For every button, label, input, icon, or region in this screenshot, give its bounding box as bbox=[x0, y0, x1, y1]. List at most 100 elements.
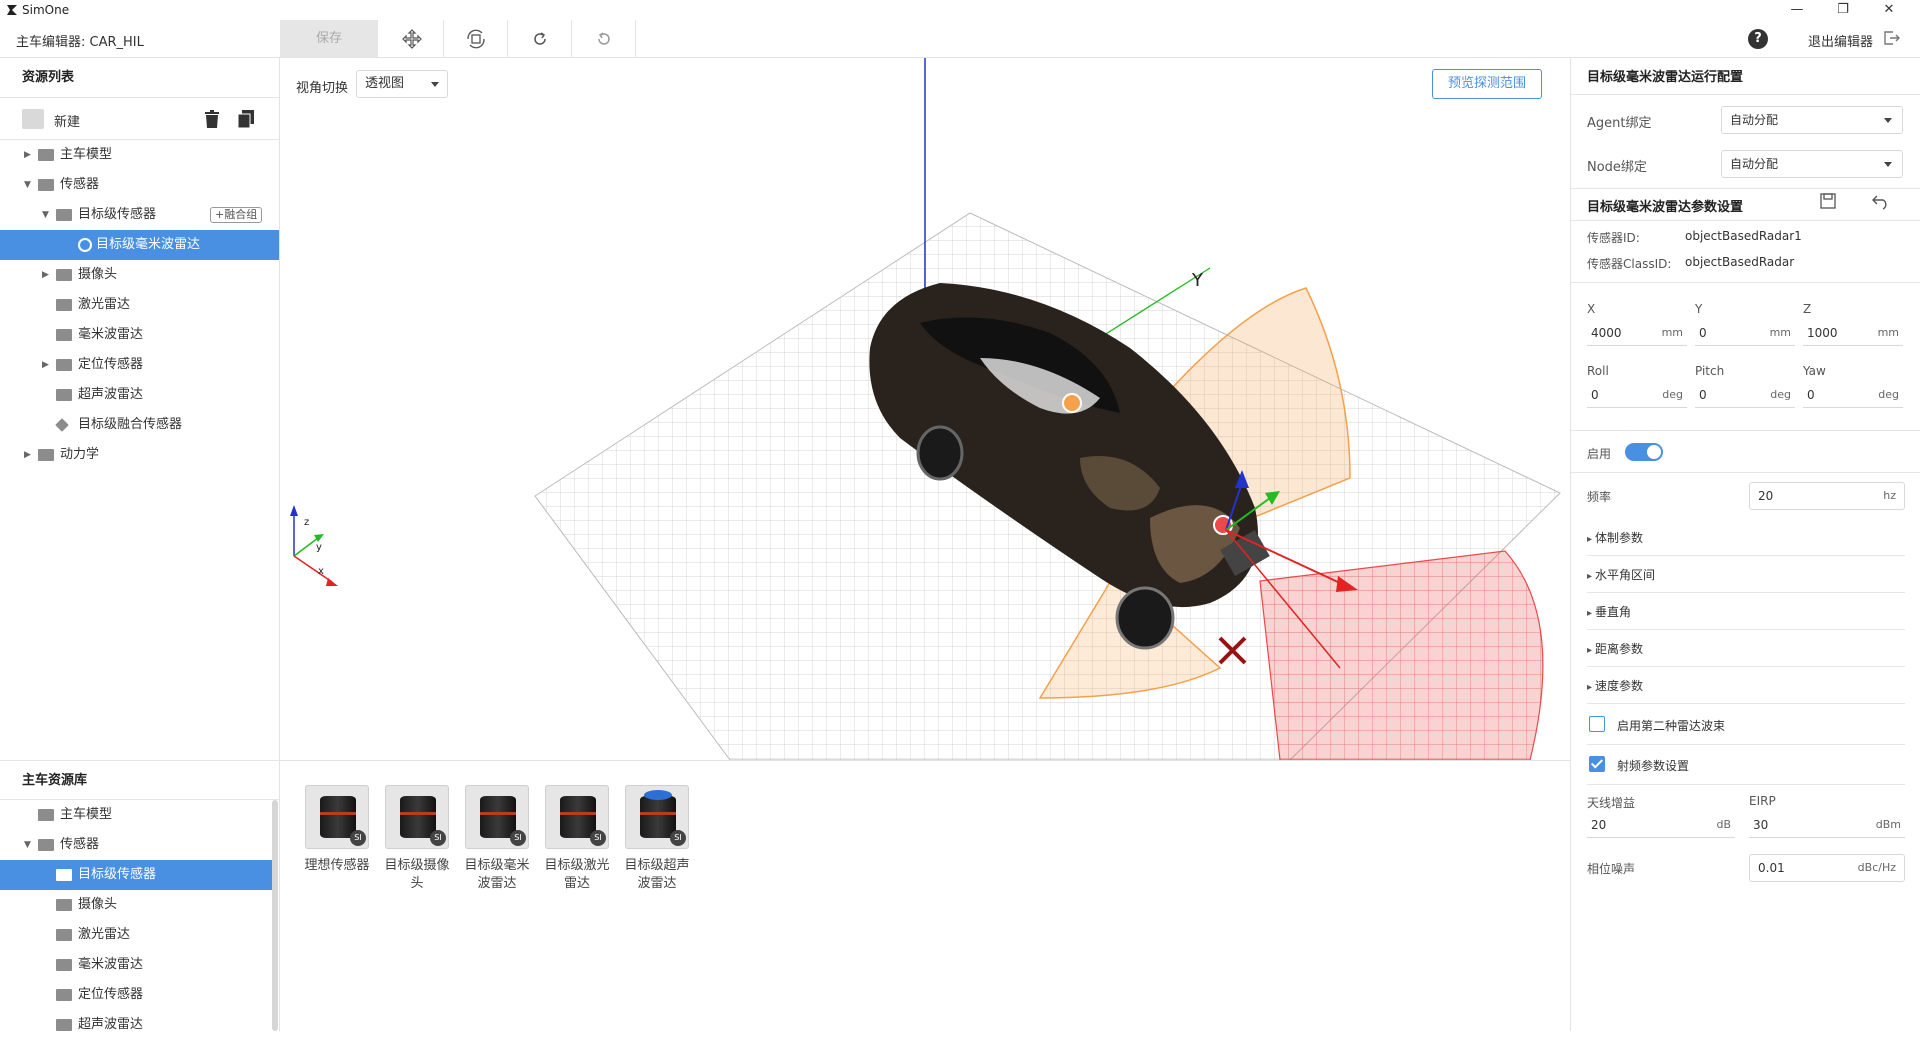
asset-thumbnail[interactable]: SI bbox=[465, 785, 529, 849]
asset-item[interactable]: SI 目标级超声波雷达 bbox=[624, 785, 690, 893]
redo-icon bbox=[533, 31, 546, 45]
tree-item[interactable]: 激光雷达 bbox=[0, 920, 272, 950]
tree-item[interactable]: 摄像头 bbox=[0, 890, 272, 920]
folder-icon bbox=[56, 929, 72, 941]
frequency-input[interactable]: 20 hz bbox=[1749, 482, 1905, 510]
collapsible-section[interactable]: 体制参数 bbox=[1587, 529, 1643, 546]
move-tool-button[interactable] bbox=[380, 20, 444, 57]
second-beam-checkbox[interactable] bbox=[1589, 716, 1605, 732]
save-button[interactable]: 保存 bbox=[280, 20, 378, 57]
scene-canvas[interactable]: Y z y x bbox=[280, 58, 1570, 760]
asset-item[interactable]: SI 理想传感器 bbox=[304, 785, 370, 875]
tree-item-label: 目标级毫米波雷达 bbox=[96, 237, 201, 252]
trash-icon[interactable] bbox=[202, 109, 222, 129]
asset-item[interactable]: SI 目标级摄像头 bbox=[384, 785, 450, 893]
tree-item[interactable]: 目标级传感器 bbox=[0, 860, 272, 890]
tree-item[interactable]: ▶ 摄像头 bbox=[0, 260, 279, 290]
collapsible-section[interactable]: 水平角区间 bbox=[1587, 566, 1655, 583]
close-window-button[interactable]: ✕ bbox=[1866, 0, 1912, 20]
chevron-right-icon[interactable]: ▶ bbox=[42, 260, 52, 290]
asset-label: 理想传感器 bbox=[304, 858, 370, 873]
copy-icon[interactable] bbox=[236, 109, 256, 129]
tree-item[interactable]: ▶ 动力学 bbox=[0, 440, 279, 470]
rf-params-checkbox[interactable] bbox=[1589, 756, 1605, 772]
tree-item[interactable]: ▼ 传感器 bbox=[0, 170, 279, 200]
phase-noise-input[interactable]: 0.01 dBc/Hz bbox=[1749, 854, 1905, 882]
chevron-down-icon[interactable]: ▼ bbox=[42, 200, 52, 230]
minimize-button[interactable]: — bbox=[1774, 0, 1820, 20]
transform-icon bbox=[466, 29, 485, 48]
asset-thumbnail[interactable]: SI bbox=[385, 785, 449, 849]
transform-tool-button[interactable] bbox=[444, 20, 508, 57]
help-button[interactable]: ? bbox=[1748, 29, 1768, 49]
new-folder-icon[interactable] bbox=[22, 109, 44, 129]
tree-item[interactable]: 目标级融合传感器 bbox=[0, 410, 279, 440]
numeric-input[interactable]: 0 mm bbox=[1695, 322, 1795, 346]
chevron-down-icon[interactable]: ▼ bbox=[24, 830, 34, 860]
numeric-input[interactable]: 4000 mm bbox=[1587, 322, 1687, 346]
undo-button[interactable] bbox=[572, 20, 636, 57]
exit-icon[interactable] bbox=[1883, 30, 1901, 46]
asset-thumbnail[interactable]: SI bbox=[305, 785, 369, 849]
tree-item-label: 毫米波雷达 bbox=[78, 957, 144, 972]
eirp-unit: dBm bbox=[1875, 818, 1901, 831]
numeric-input[interactable]: 0 deg bbox=[1695, 384, 1795, 408]
view-mode-select[interactable]: 透视图 bbox=[356, 70, 448, 98]
exit-editor-button[interactable]: 退出编辑器 bbox=[1808, 31, 1873, 50]
numeric-input[interactable]: 1000 mm bbox=[1803, 322, 1903, 346]
tree-item[interactable]: 主车模型 bbox=[0, 800, 272, 830]
maximize-button[interactable]: ❐ bbox=[1820, 0, 1866, 20]
antenna-gain-input[interactable]: 20 dB bbox=[1587, 814, 1735, 838]
asset-thumbnail[interactable]: SI bbox=[625, 785, 689, 849]
tree-item[interactable]: ▶ 定位传感器 bbox=[0, 350, 279, 380]
new-button[interactable]: 新建 bbox=[54, 111, 80, 130]
tree-item[interactable]: ▼ 目标级传感器 +融合组 bbox=[0, 200, 279, 230]
tree-item[interactable]: 毫米波雷达 bbox=[0, 320, 279, 350]
chevron-right-icon[interactable]: ▶ bbox=[42, 350, 52, 380]
second-beam-label[interactable]: 启用第二种雷达波束 bbox=[1617, 717, 1725, 734]
tree-item[interactable]: 超声波雷达 bbox=[0, 1010, 272, 1040]
collapsible-section[interactable]: 垂直角 bbox=[1587, 603, 1631, 620]
node-binding-select[interactable]: 自动分配 bbox=[1721, 150, 1903, 178]
class-id-label: 传感器ClassID: bbox=[1587, 257, 1672, 271]
folder-icon bbox=[38, 809, 54, 821]
rf-params-label[interactable]: 射频参数设置 bbox=[1617, 757, 1689, 774]
asset-item[interactable]: SI 目标级激光雷达 bbox=[544, 785, 610, 893]
folder-icon bbox=[38, 449, 54, 461]
agent-binding-select[interactable]: 自动分配 bbox=[1721, 106, 1903, 134]
save-icon[interactable] bbox=[1819, 192, 1837, 210]
chevron-down-icon[interactable]: ▼ bbox=[24, 170, 34, 200]
library-scrollbar[interactable] bbox=[272, 800, 278, 1031]
tree-item[interactable]: 毫米波雷达 bbox=[0, 950, 272, 980]
chevron-down-icon bbox=[431, 82, 439, 87]
antenna-gain-label: 天线增益 bbox=[1587, 796, 1636, 810]
eirp-input[interactable]: 30 dBm bbox=[1749, 814, 1905, 838]
chevron-right-icon[interactable]: ▶ bbox=[24, 140, 34, 170]
orange-sensor-marker[interactable] bbox=[1062, 393, 1082, 413]
collapsible-section[interactable]: 距离参数 bbox=[1587, 640, 1643, 657]
reset-icon[interactable] bbox=[1871, 192, 1891, 210]
asset-item[interactable]: SI 目标级毫米波雷达 bbox=[464, 785, 530, 893]
enable-toggle[interactable] bbox=[1625, 443, 1663, 461]
asset-thumbnail[interactable]: SI bbox=[545, 785, 609, 849]
tree-item[interactable]: 激光雷达 bbox=[0, 290, 279, 320]
sensor-id-value: objectBasedRadar1 bbox=[1685, 229, 1802, 243]
numeric-input[interactable]: 0 deg bbox=[1803, 384, 1903, 408]
tree-item-label: 动力学 bbox=[60, 447, 100, 462]
collapsible-section[interactable]: 速度参数 bbox=[1587, 677, 1643, 694]
field-unit: deg bbox=[1878, 388, 1899, 401]
asset-badge: SI bbox=[670, 830, 686, 846]
tree-item[interactable]: ▶ 主车模型 bbox=[0, 140, 279, 170]
tree-item[interactable]: 超声波雷达 bbox=[0, 380, 279, 410]
tree-item[interactable]: 目标级毫米波雷达 bbox=[0, 230, 279, 260]
tree-item[interactable]: 定位传感器 bbox=[0, 980, 272, 1010]
preview-range-button[interactable]: 预览探测范围 bbox=[1432, 69, 1542, 99]
field-label: Z bbox=[1803, 302, 1812, 316]
tree-item[interactable]: ▼ 传感器 bbox=[0, 830, 272, 860]
redo-button[interactable] bbox=[508, 20, 572, 57]
chevron-right-icon[interactable]: ▶ bbox=[24, 440, 34, 470]
3d-viewport[interactable]: Y z y x bbox=[280, 58, 1570, 760]
resource-list-title: 资源列表 bbox=[0, 58, 279, 98]
numeric-input[interactable]: 0 deg bbox=[1587, 384, 1687, 408]
add-fusion-group-button[interactable]: +融合组 bbox=[210, 207, 263, 223]
